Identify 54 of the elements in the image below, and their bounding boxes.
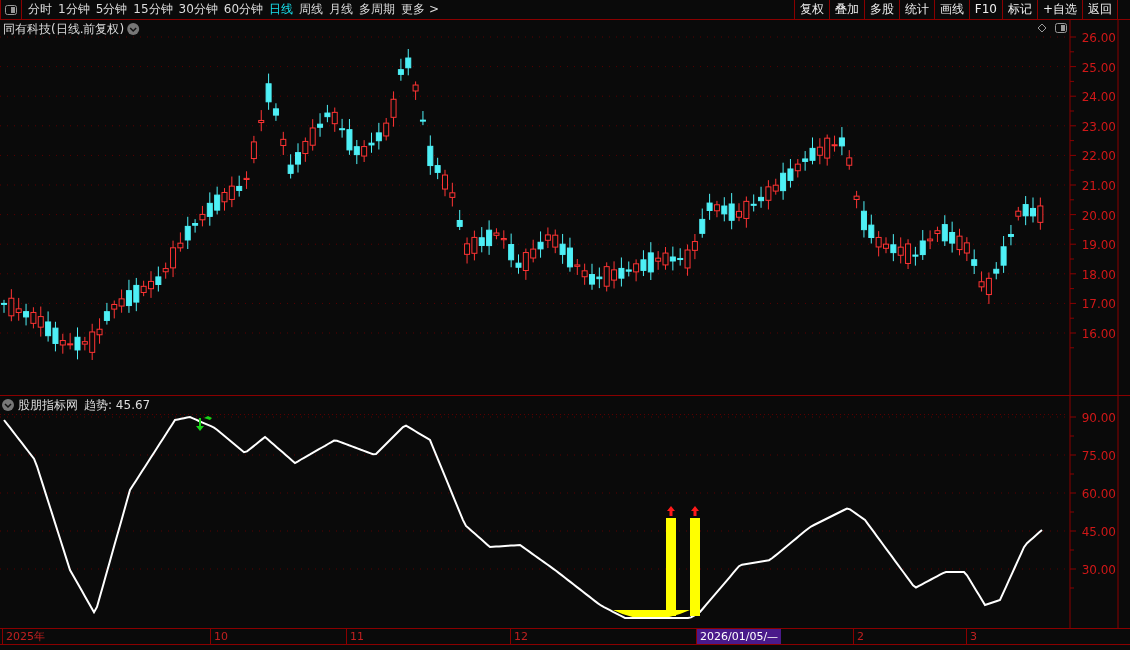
period-tab[interactable]: 5分钟: [95, 0, 128, 19]
dropdown-icon[interactable]: [2, 399, 14, 411]
toolbar-button[interactable]: 复权: [793, 0, 829, 19]
toolbar-button[interactable]: +自选: [1036, 0, 1082, 19]
period-tab[interactable]: 30分钟: [178, 0, 218, 19]
stock-title: 同有科技(日线.前复权): [3, 22, 125, 36]
time-label: 10: [210, 629, 231, 644]
time-label: 2: [853, 629, 867, 644]
panel-toggle-icon[interactable]: [1055, 23, 1067, 33]
indicator-label: 30.00: [1081, 563, 1116, 577]
period-tab[interactable]: 更多 >: [401, 0, 439, 19]
period-tab[interactable]: 15分钟: [133, 0, 173, 19]
period-tab[interactable]: 1分钟: [58, 0, 90, 19]
period-tab[interactable]: 周线: [299, 0, 324, 19]
toolbar-button[interactable]: 返回: [1082, 0, 1118, 19]
indicator-label: 90.00: [1081, 411, 1116, 425]
period-tab[interactable]: 多周期: [359, 0, 396, 19]
down-arrow-icon: [196, 416, 212, 431]
price-label: 24.00: [1081, 90, 1116, 105]
time-label: 3: [966, 629, 980, 644]
time-label: 2026/01/05/—: [696, 629, 782, 644]
up-arrow-icon: [667, 506, 675, 516]
period-tab[interactable]: 60分钟: [223, 0, 264, 19]
toolbar-button[interactable]: 统计: [898, 0, 934, 19]
price-label: 26.00: [1081, 31, 1116, 45]
time-label: 2025年: [2, 629, 48, 644]
up-arrow-icon: [691, 506, 699, 516]
toolbar-button[interactable]: F10: [968, 0, 1002, 19]
period-tab[interactable]: 日线: [269, 0, 294, 19]
toolbar-button[interactable]: 多股: [863, 0, 899, 19]
price-label: 19.00: [1081, 238, 1116, 253]
dropdown-icon[interactable]: [127, 23, 140, 35]
panel-toggle-icon[interactable]: [5, 4, 17, 15]
indicator-reading: 趋势: 45.67: [84, 398, 151, 412]
indicator-label: 60.00: [1081, 487, 1116, 501]
toolbar-button[interactable]: 叠加: [828, 0, 864, 19]
indicator-label: 75.00: [1081, 449, 1116, 463]
toolbar-button[interactable]: 画线: [933, 0, 969, 19]
indicator-label: 45.00: [1081, 525, 1116, 539]
time-label: 11: [346, 629, 367, 644]
price-label: 21.00: [1081, 179, 1116, 193]
price-label: 18.00: [1081, 267, 1116, 282]
price-label: 25.00: [1081, 60, 1116, 75]
price-label: 16.00: [1081, 327, 1116, 341]
price-label: 23.00: [1081, 119, 1116, 134]
period-tab[interactable]: 分时: [28, 0, 52, 19]
price-label: 22.00: [1081, 149, 1116, 164]
diamond-icon[interactable]: [1037, 23, 1047, 33]
toolbar-button[interactable]: 标记: [1001, 0, 1037, 19]
period-tab[interactable]: 月线: [329, 0, 354, 19]
price-label: 20.00: [1081, 208, 1116, 223]
price-label: 17.00: [1081, 297, 1116, 312]
time-label: 12: [510, 629, 531, 644]
indicator-name: 股朋指标网: [18, 398, 78, 412]
